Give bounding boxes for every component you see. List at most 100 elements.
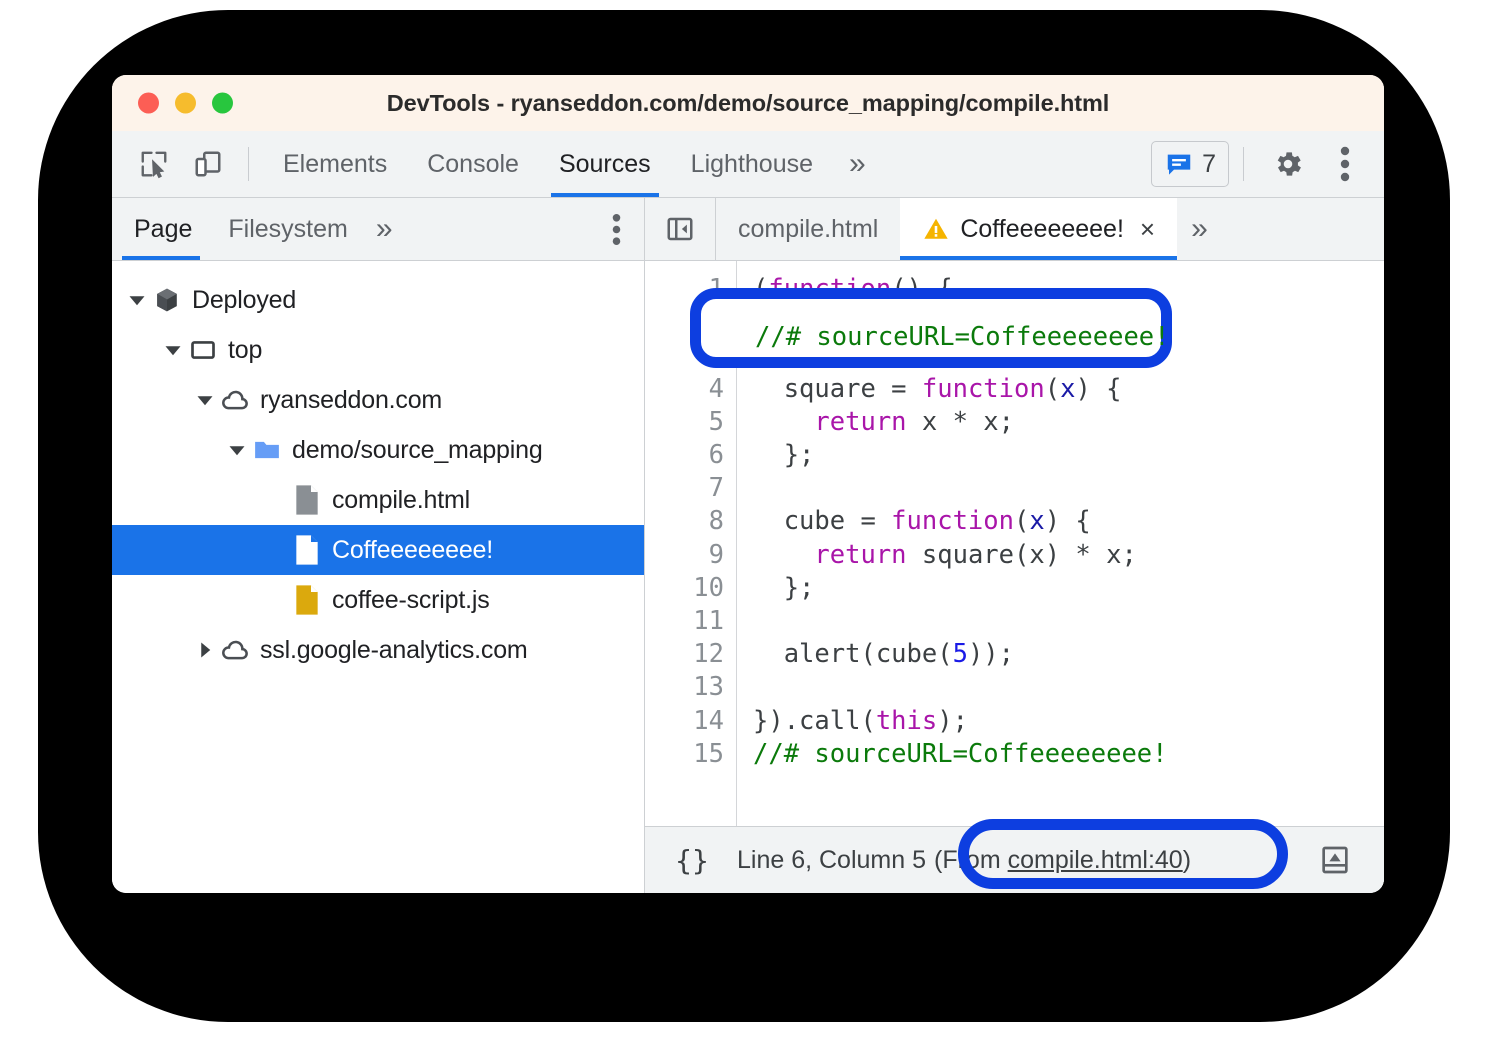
device-toolbar-icon[interactable]	[182, 131, 234, 197]
editor-status-bar: {} Line 6, Column 5 (From compile.html:4…	[645, 826, 1384, 893]
line-number: 12	[645, 638, 724, 671]
vertical-dots-icon[interactable]	[1318, 131, 1372, 197]
navigator-tab-page[interactable]: Page	[112, 198, 210, 260]
tree-item-top[interactable]: top	[112, 325, 644, 375]
tree-item-compile-html[interactable]: compile.html	[112, 475, 644, 525]
line-number: 14	[645, 705, 724, 738]
warning-triangle-icon	[922, 215, 950, 243]
toolbar-divider-right	[1243, 147, 1244, 181]
inspect-element-icon[interactable]	[128, 131, 180, 197]
tree-item-label: ssl.google-analytics.com	[260, 636, 528, 665]
line-number: 13	[645, 671, 724, 704]
tree-item-deployed[interactable]: Deployed	[112, 275, 644, 325]
code-token	[753, 307, 784, 337]
devtools-main-toolbar: Elements Console Sources Lighthouse » 7	[112, 131, 1384, 198]
code-token: ));	[968, 639, 1014, 669]
code-token: function	[891, 506, 1014, 536]
tree-item-demo-source-mapping[interactable]: demo/source_mapping	[112, 425, 644, 475]
editor-tab-label: Coffeeeeeeee!	[960, 215, 1124, 244]
code-line: cube = function(x) {	[753, 505, 1384, 538]
code-editor[interactable]: 123456789101112131415 (function() { var …	[645, 261, 1384, 826]
source-origin-link[interactable]: compile.html:40	[1008, 846, 1183, 874]
window-close-button[interactable]	[138, 93, 159, 114]
file-yellow-icon	[290, 584, 324, 616]
code-token: return	[814, 407, 906, 437]
pretty-print-button[interactable]: {}	[657, 844, 727, 877]
tree-item-label: Coffeeeeeeee!	[332, 536, 493, 565]
navigator-tab-bar: Page Filesystem »	[112, 198, 644, 261]
show-drawer-icon[interactable]	[1304, 844, 1366, 876]
line-number: 6	[645, 439, 724, 472]
code-token: return	[814, 540, 906, 570]
line-number: 1	[645, 273, 724, 306]
window-zoom-button[interactable]	[212, 93, 233, 114]
code-token: x	[1060, 374, 1075, 404]
line-number: 7	[645, 472, 724, 505]
chevron-down-icon[interactable]	[224, 441, 250, 459]
panel-tab-label: Sources	[559, 150, 651, 179]
source-origin-prefix: (From	[934, 846, 1008, 874]
cube-icon	[150, 286, 184, 314]
window-title-bar: DevTools - ryanseddon.com/demo/source_ma…	[112, 75, 1384, 131]
code-line	[753, 339, 1384, 372]
code-token: ;	[1029, 307, 1044, 337]
panel-tab-label: Elements	[283, 150, 387, 179]
close-icon[interactable]: ×	[1140, 214, 1155, 245]
tree-item-coffeeeeeeee[interactable]: Coffeeeeeeee!	[112, 525, 644, 575]
navigator-tab-filesystem[interactable]: Filesystem	[210, 198, 365, 260]
show-navigator-icon[interactable]	[645, 198, 716, 260]
code-token: this	[876, 706, 937, 736]
code-token: //# sourceURL=Coffeeeeeeee!	[753, 739, 1168, 769]
more-editor-tabs-chevron-icon[interactable]: »	[1177, 198, 1222, 260]
line-number: 11	[645, 605, 724, 638]
file-gray-icon	[290, 484, 324, 516]
code-token: (	[1014, 506, 1029, 536]
chevron-down-icon[interactable]	[124, 291, 150, 309]
devtools-window: DevTools - ryanseddon.com/demo/source_ma…	[112, 75, 1384, 893]
issues-count: 7	[1202, 150, 1216, 179]
tree-item-label: compile.html	[332, 486, 470, 515]
code-token: alert(cube(	[753, 639, 953, 669]
panel-tab-sources[interactable]: Sources	[539, 131, 671, 197]
tree-item-ryanseddon-com[interactable]: ryanseddon.com	[112, 375, 644, 425]
navigator-more-chevron-icon[interactable]: »	[366, 198, 403, 260]
editor-tab-label: compile.html	[738, 215, 878, 244]
chevron-down-icon[interactable]	[192, 391, 218, 409]
code-token: function	[768, 274, 891, 304]
tree-item-label: demo/source_mapping	[292, 436, 543, 465]
folder-icon	[250, 435, 284, 465]
navigator-sidebar: Page Filesystem »	[112, 198, 645, 893]
editor-tab-compile-html[interactable]: compile.html	[716, 198, 900, 260]
window-minimize-button[interactable]	[175, 93, 196, 114]
code-token	[753, 407, 814, 437]
more-panels-chevron-icon[interactable]: »	[833, 131, 882, 197]
editor-tab-coffeeeeeeee[interactable]: Coffeeeeeeee! ×	[900, 198, 1177, 260]
code-token: (	[1045, 374, 1060, 404]
issues-button[interactable]: 7	[1151, 141, 1229, 187]
tree-item-coffee-script-js[interactable]: coffee-script.js	[112, 575, 644, 625]
navigator-menu-vertical-dots-icon[interactable]	[588, 198, 644, 260]
code-token: function	[922, 374, 1045, 404]
gear-icon[interactable]	[1258, 131, 1318, 197]
file-tree: Deployed top	[112, 261, 644, 893]
more-panels-label: »	[849, 147, 866, 181]
line-number: 3	[645, 339, 724, 372]
panel-tab-lighthouse[interactable]: Lighthouse	[671, 131, 833, 197]
panel-tab-console[interactable]: Console	[407, 131, 539, 197]
navigator-more-label: »	[376, 212, 393, 246]
source-code[interactable]: (function() { var cube, square; square =…	[737, 261, 1384, 826]
code-token: x * x;	[907, 407, 1014, 437]
code-line: return x * x;	[753, 406, 1384, 439]
code-line	[753, 472, 1384, 505]
toolbar-spacer	[882, 131, 1151, 197]
chevron-down-icon[interactable]	[160, 341, 186, 359]
panel-tab-elements[interactable]: Elements	[263, 131, 407, 197]
code-line: };	[753, 439, 1384, 472]
navigator-tabbar-spacer	[403, 198, 588, 260]
code-token: };	[753, 573, 814, 603]
tree-item-ssl-google-analytics-com[interactable]: ssl.google-analytics.com	[112, 625, 644, 675]
line-number: 2	[645, 306, 724, 339]
panel-tab-label: Console	[427, 150, 519, 179]
code-token	[830, 307, 845, 337]
chevron-right-icon[interactable]	[192, 641, 218, 659]
